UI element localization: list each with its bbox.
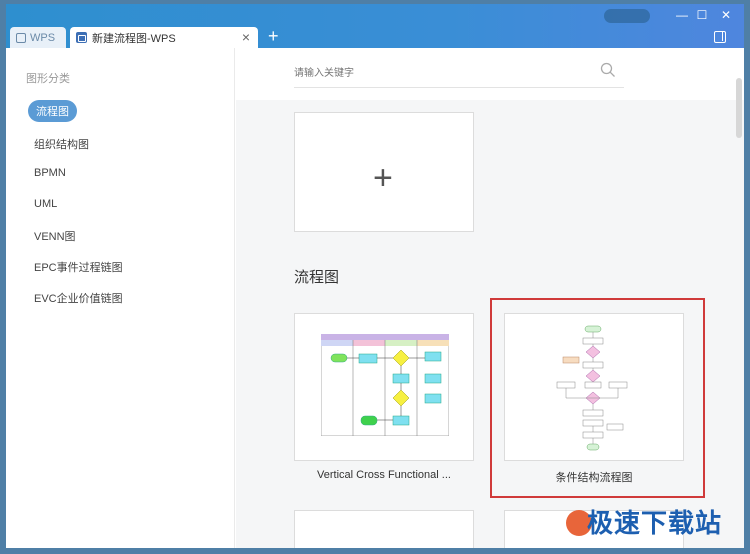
sidebar-item-venn[interactable]: VENN图: [34, 228, 76, 244]
template-thumbnail-vertical-cross: [321, 334, 449, 436]
tab-document-label: 新建流程图-WPS: [92, 32, 176, 45]
sidebar-toggle-icon[interactable]: [714, 31, 726, 43]
sidebar-item-flowchart[interactable]: 流程图: [28, 100, 77, 122]
template-gallery: + 流程图: [236, 48, 744, 548]
user-avatar-blurred[interactable]: [604, 9, 650, 23]
close-window-button[interactable]: ✕: [716, 8, 736, 22]
selection-highlight: [490, 298, 705, 498]
sidebar-item-org-chart[interactable]: 组织结构图: [34, 136, 89, 152]
search-bar: [236, 48, 744, 100]
template-label-vertical-cross[interactable]: Vertical Cross Functional ...: [294, 469, 474, 481]
new-blank-card[interactable]: +: [294, 112, 474, 232]
wps-logo-icon: [16, 32, 26, 43]
template-card-vertical-cross[interactable]: [294, 313, 474, 461]
search-icon[interactable]: [600, 62, 616, 78]
maximize-button[interactable]: ☐: [692, 8, 712, 22]
sidebar-title: 图形分类: [26, 73, 70, 85]
search-input[interactable]: [294, 60, 624, 88]
app-window: WPS 新建流程图-WPS × + — ☐ ✕ 图形分类 流程图 组织结构图 B…: [6, 4, 744, 548]
tab-wps-label: WPS: [30, 31, 56, 44]
minimize-button[interactable]: —: [672, 8, 692, 22]
template-card-3[interactable]: [294, 510, 474, 548]
sidebar-item-evc[interactable]: EVC企业价值链图: [34, 290, 123, 306]
tab-document[interactable]: 新建流程图-WPS ×: [70, 27, 258, 48]
sidebar-item-bpmn[interactable]: BPMN: [34, 167, 66, 179]
section-title: 流程图: [294, 269, 340, 286]
flowchart-doc-icon: [76, 32, 87, 43]
category-sidebar: 图形分类 流程图 组织结构图 BPMN UML VENN图 EPC事件过程链图 …: [6, 48, 235, 548]
watermark-text: 极速下载站: [586, 509, 722, 539]
scrollbar[interactable]: [736, 78, 742, 138]
title-bar: WPS 新建流程图-WPS × + — ☐ ✕: [6, 4, 744, 48]
tab-close-icon[interactable]: ×: [242, 29, 250, 45]
new-tab-button[interactable]: +: [268, 27, 279, 45]
plus-icon: +: [373, 159, 393, 197]
sidebar-item-epc[interactable]: EPC事件过程链图: [34, 259, 123, 275]
tab-wps-home[interactable]: WPS: [10, 27, 66, 48]
sidebar-item-uml[interactable]: UML: [34, 198, 57, 210]
